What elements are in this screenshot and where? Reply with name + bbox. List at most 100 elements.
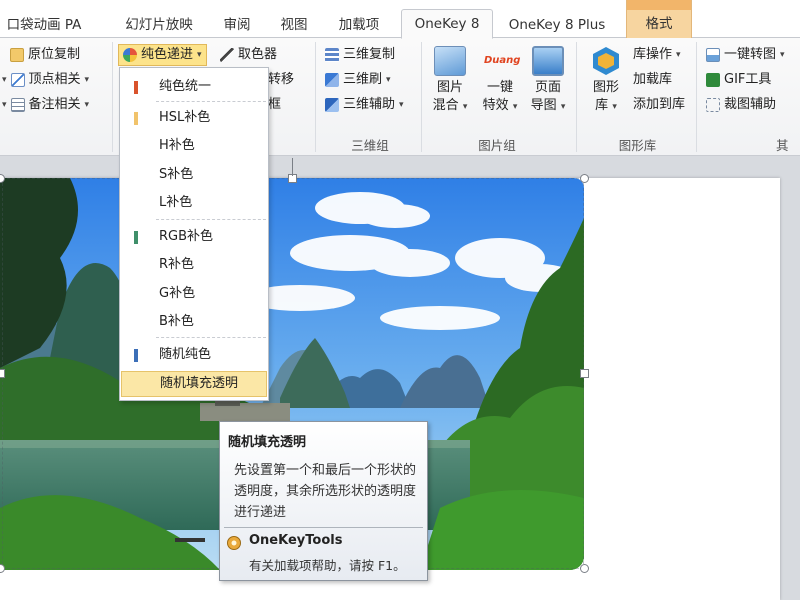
load-library-label: 加载库: [633, 72, 673, 87]
menu-item-label: 纯色统一: [159, 79, 212, 94]
tooltip-body: 先设置第一个和最后一个形状的透明度，其余所选形状的透明度进行递进: [234, 463, 417, 520]
color-swatch-icon: [134, 349, 138, 362]
cube-icon: [325, 73, 339, 87]
tooltip-brand: OneKeyTools: [249, 533, 343, 548]
group-separator: [315, 42, 316, 152]
group-separator: [576, 42, 577, 152]
crop-icon: [706, 98, 720, 112]
effects-line1: 一键: [486, 80, 513, 95]
load-library-button[interactable]: 加载库: [633, 69, 672, 91]
page-to-image-button[interactable]: 页面 导图 ▾: [524, 46, 572, 116]
tab-slideshow[interactable]: 幻灯片放映: [113, 12, 205, 38]
tab-view[interactable]: 视图: [272, 12, 316, 38]
resize-handle-top-right[interactable]: [580, 174, 589, 183]
crop-assist-label: 裁图辅助: [724, 97, 777, 112]
to-image-label: 一键转图: [724, 47, 777, 62]
page-image-icon: [532, 46, 564, 76]
shape-line2: 库 ▾: [595, 98, 617, 113]
tooltip-divider: [224, 527, 423, 528]
group-separator: [696, 42, 697, 152]
menu-item[interactable]: HSL补色: [121, 105, 267, 131]
menu-item[interactable]: R补色: [121, 252, 267, 278]
transfer-label: 转移: [268, 72, 295, 87]
transfer-button[interactable]: 转移: [268, 69, 294, 91]
menu-item[interactable]: B补色: [121, 309, 267, 335]
library-ops-button[interactable]: 库操作 ▾: [633, 44, 681, 66]
menu-separator: [156, 101, 266, 102]
chevron-down-icon: ▾: [2, 75, 7, 85]
add-to-library-label: 添加到库: [633, 97, 686, 112]
brush-3d-button[interactable]: 三维刷 ▾: [325, 69, 391, 91]
menu-item[interactable]: 随机纯色: [121, 342, 267, 368]
copy-3d-button[interactable]: 三维复制: [325, 44, 395, 66]
menu-item[interactable]: 纯色统一: [121, 74, 267, 100]
brush-3d-label: 三维刷: [343, 72, 383, 87]
assist-3d-button[interactable]: 三维辅助 ▾: [325, 94, 404, 116]
image-convert-icon: [706, 48, 720, 62]
group-separator: [112, 42, 113, 152]
tooltip-random-fill-transparency: 随机填充透明 先设置第一个和最后一个形状的透明度，其余所选形状的透明度进行递进 …: [219, 421, 428, 581]
group-separator: [421, 42, 422, 152]
frame-button[interactable]: 框: [268, 94, 281, 116]
to-image-button[interactable]: 一键转图 ▾: [706, 44, 785, 66]
color-cascade-menu: 纯色统一 HSL补色 H补色 S补色 L补色 RGB补色 R补色 G补色 B补色随机纯色随机填充…: [119, 67, 269, 401]
picture-mix-button[interactable]: 图片 混合 ▾: [426, 46, 474, 116]
menu-item-label: 随机填充透明: [160, 376, 239, 391]
menu-item[interactable]: H补色: [121, 133, 267, 159]
resize-handle-right[interactable]: [580, 369, 589, 378]
gif-icon: [706, 73, 720, 87]
gif-tool-button[interactable]: GIF工具: [706, 69, 771, 91]
chevron-down-icon: ▾: [197, 50, 202, 60]
copy-icon: [10, 48, 24, 62]
shape-library-button[interactable]: 图形 库 ▾: [582, 46, 630, 116]
vertex-menu-button[interactable]: ▾ 顶点相关 ▾: [2, 69, 89, 91]
group-label-other: 其: [776, 138, 789, 153]
one-click-effects-button[interactable]: Duang 一键 特效 ▾: [476, 46, 524, 116]
resize-handle-bottom-right[interactable]: [580, 564, 589, 573]
tooltip-title: 随机填充透明: [228, 435, 307, 450]
vertex-label: 顶点相关: [28, 72, 81, 87]
menu-item-label: HSL补色: [159, 110, 211, 125]
menu-item[interactable]: RGB补色: [121, 224, 267, 250]
assist-3d-label: 三维辅助: [343, 97, 396, 112]
crop-assist-button[interactable]: 裁图辅助: [706, 94, 776, 116]
chevron-down-icon: ▾: [780, 50, 785, 60]
eyedropper-icon: [220, 48, 234, 62]
menu-item-label: S补色: [159, 167, 194, 182]
chevron-down-icon: ▾: [2, 100, 7, 110]
cube-icon: [325, 98, 339, 112]
tab-onekey8[interactable]: OneKey 8: [401, 9, 493, 39]
tooltip-help-text: 有关加载项帮助，请按 F1。: [249, 558, 406, 573]
ribbon-tab-bar: ▔▔▔▔ 口袋动画 PA 幻灯片放映 审阅 视图 加载项 OneKey 8 On…: [0, 0, 800, 39]
library-ops-label: 库操作: [633, 47, 673, 62]
tab-addins[interactable]: 加载项: [329, 12, 389, 38]
hexagon-library-icon: [590, 46, 622, 76]
notes-label: 备注相关: [28, 97, 81, 112]
tab-review[interactable]: 审阅: [215, 12, 259, 38]
color-cascade-button[interactable]: 纯色递进 ▾: [118, 44, 207, 66]
picture-mix-line1: 图片: [436, 80, 463, 95]
notes-menu-button[interactable]: ▾ 备注相关 ▾: [2, 94, 89, 116]
chevron-down-icon: ▾: [399, 100, 404, 110]
chevron-down-icon: ▾: [676, 50, 681, 60]
tab-format-label: 格式: [645, 16, 673, 32]
page-line2: 导图 ▾: [530, 98, 566, 113]
menu-item[interactable]: 随机填充透明: [121, 371, 267, 397]
rotate-stem: [292, 158, 293, 176]
menu-item-label: L补色: [159, 195, 193, 210]
color-picker-button[interactable]: 取色器: [220, 44, 277, 66]
copy-in-place-button[interactable]: 原位复制: [2, 44, 80, 66]
menu-item[interactable]: L补色: [121, 190, 267, 216]
frame-label: 框: [268, 97, 282, 112]
menu-item[interactable]: G补色: [121, 281, 267, 307]
add-to-library-button[interactable]: 添加到库: [633, 94, 685, 116]
tab-pocket-animation[interactable]: 口袋动画 PA: [0, 12, 88, 38]
menu-item[interactable]: S补色: [121, 162, 267, 188]
menu-item-label: H补色: [159, 138, 195, 153]
tab-onekey8-plus[interactable]: OneKey 8 Plus: [502, 12, 612, 38]
menu-item-label: 随机纯色: [159, 347, 212, 362]
tab-format[interactable]: 格式: [626, 0, 692, 38]
effects-line2: 特效 ▾: [482, 98, 518, 113]
color-cascade-label: 纯色递进: [141, 47, 194, 62]
resize-handle-left[interactable]: [0, 369, 5, 378]
